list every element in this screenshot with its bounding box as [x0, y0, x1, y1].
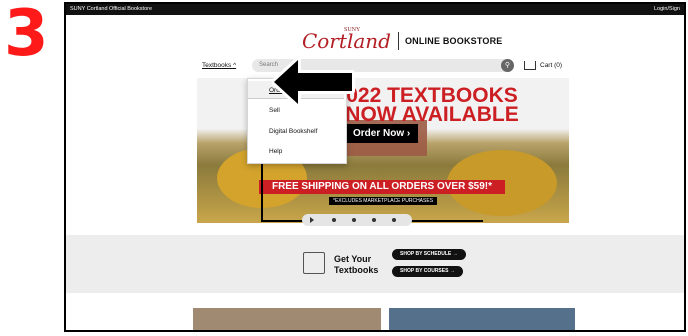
dropdown-item-sell[interactable]: Sell — [269, 107, 280, 114]
logo-divider — [397, 32, 399, 50]
carousel-controls[interactable] — [302, 214, 412, 226]
carousel-dot[interactable] — [372, 218, 376, 222]
carousel-dot[interactable] — [332, 218, 336, 222]
get-your-label: Get Your — [334, 254, 372, 264]
callout-line — [261, 162, 483, 222]
cart-icon — [524, 61, 536, 70]
shop-by-courses-button[interactable]: SHOP BY COURSES → — [392, 266, 463, 277]
top-bar: SUNY Cortland Official Bookstore Login/S… — [66, 4, 684, 15]
pointer-arrow-icon — [272, 58, 355, 106]
book-icon — [303, 252, 325, 274]
carousel-dot[interactable] — [392, 218, 396, 222]
shop-by-schedule-button[interactable]: SHOP BY SCHEDULE → — [392, 249, 466, 260]
search-icon[interactable]: ⚲ — [501, 59, 514, 72]
top-bar-title: SUNY Cortland Official Bookstore — [70, 6, 153, 12]
dropdown-item-help[interactable]: Help — [269, 148, 282, 155]
logo-suny: SUNY — [344, 27, 361, 33]
play-icon[interactable] — [310, 217, 314, 223]
cart-label: Cart (0) — [540, 62, 563, 70]
logo-bookstore: ONLINE BOOKSTORE — [404, 36, 503, 46]
dropdown-item-digital-bookshelf[interactable]: Digital Bookshelf — [269, 128, 317, 135]
browser-screenshot: SUNY Cortland Official Bookstore Login/S… — [64, 2, 686, 332]
promo-photo-laptop — [389, 308, 575, 330]
site-logo[interactable]: SUNY Cortland ONLINE BOOKSTORE — [302, 27, 503, 53]
get-your-textbooks: Get Your Textbooks — [334, 254, 378, 276]
carousel-dot[interactable] — [352, 218, 356, 222]
cart-link[interactable]: Cart (0) — [524, 61, 562, 70]
login-link[interactable]: Login/Sign — [654, 4, 680, 15]
promo-photo-student — [193, 308, 381, 330]
order-now-button[interactable]: Order Now › — [345, 124, 419, 143]
textbooks-label: Textbooks — [334, 265, 379, 275]
textbooks-menu-toggle[interactable]: Textbooks ^ — [202, 62, 236, 69]
step-number: 3 — [4, 0, 49, 71]
